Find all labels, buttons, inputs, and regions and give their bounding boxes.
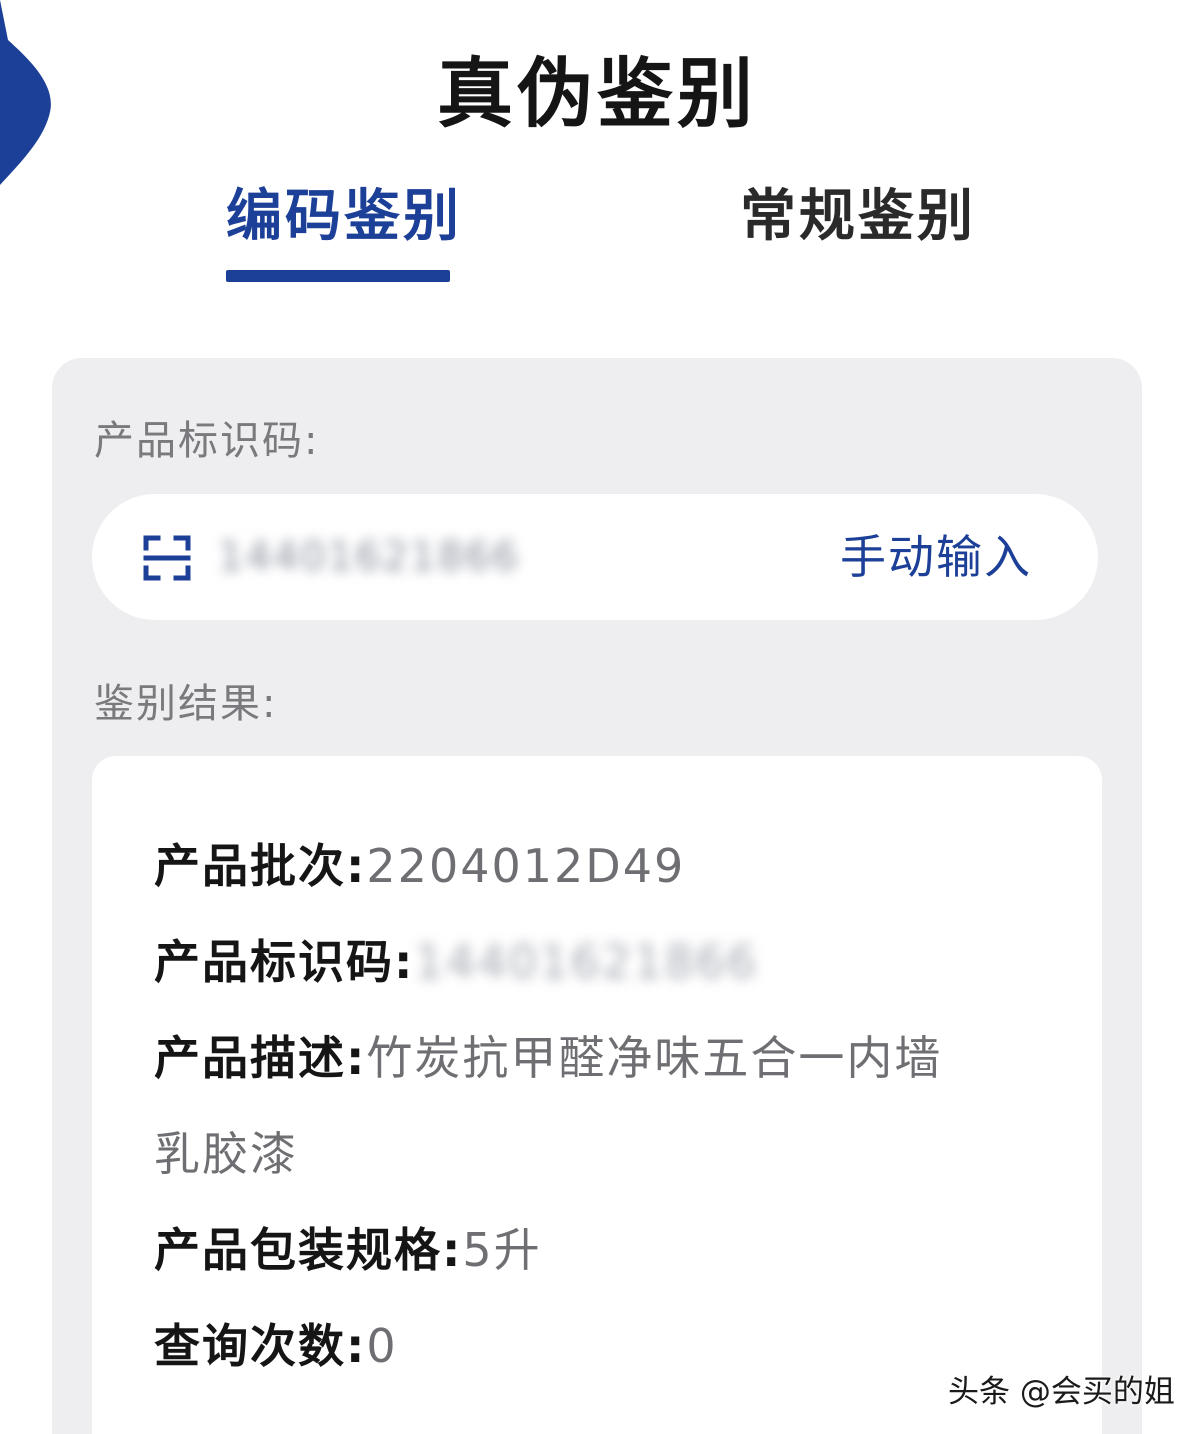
verify-card: 产品标识码: 14401621866 手动输入 鉴别结果: 产品批次:22040… [52, 358, 1142, 1434]
tab-regular-verify[interactable]: 常规鉴别 [740, 178, 976, 256]
id-row: 产品标识码:14401621866 [154, 914, 1054, 1010]
count-key: 查询次数: [154, 1319, 367, 1373]
count-value: 0 [366, 1319, 398, 1373]
spec-value: 5升 [462, 1223, 542, 1277]
spec-key: 产品包装规格: [154, 1223, 463, 1277]
watermark: 头条 @会买的姐 [948, 1374, 1175, 1410]
desc-key: 产品描述: [154, 1031, 367, 1085]
tab-code-verify[interactable]: 编码鉴别 [226, 178, 462, 256]
batch-value: 2204012D49 [366, 839, 686, 893]
desc-value: 竹炭抗甲醛净味五合一内墙 [366, 1031, 943, 1085]
code-label: 产品标识码: [94, 418, 320, 464]
count-row: 查询次数:0 [154, 1298, 1054, 1394]
batch-key: 产品批次: [154, 839, 367, 893]
app-screen: 真伪鉴别 编码鉴别 常规鉴别 产品标识码: 14401621866 手动输入 鉴… [0, 0, 1194, 1434]
desc-row-continued: 乳胶漆 [154, 1106, 1054, 1202]
manual-input-button[interactable]: 手动输入 [840, 526, 1032, 588]
batch-row: 产品批次:2204012D49 [154, 818, 1054, 914]
scan-icon[interactable] [142, 534, 192, 582]
desc-row: 产品描述:竹炭抗甲醛净味五合一内墙 [154, 1010, 1054, 1106]
active-tab-indicator [226, 270, 450, 282]
spec-row: 产品包装规格:5升 [154, 1202, 1054, 1298]
tab-bar: 编码鉴别 常规鉴别 [0, 178, 1194, 288]
id-value: 14401621866 [414, 935, 759, 989]
code-input[interactable]: 14401621866 手动输入 [92, 494, 1098, 620]
result-panel: 产品批次:2204012D49 产品标识码:14401621866 产品描述:竹… [92, 756, 1102, 1434]
desc-value-line2: 乳胶漆 [154, 1127, 298, 1181]
code-value: 14401621866 [218, 534, 520, 580]
id-key: 产品标识码: [154, 935, 415, 989]
page-title: 真伪鉴别 [437, 49, 757, 138]
result-label: 鉴别结果: [94, 681, 278, 727]
